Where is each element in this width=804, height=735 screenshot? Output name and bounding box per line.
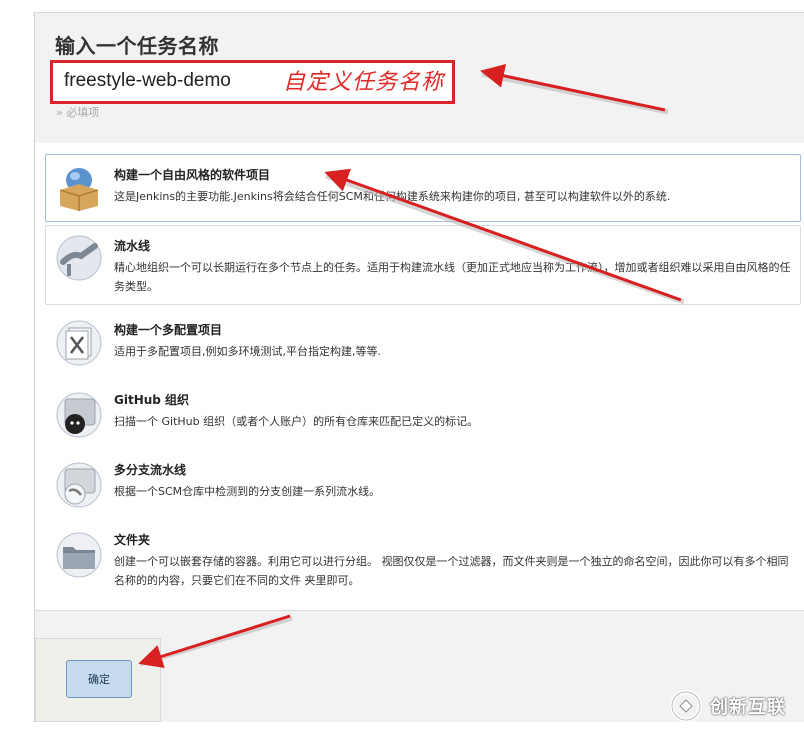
folder-icon <box>56 532 102 578</box>
item-type-description: 这是Jenkins的主要功能.Jenkins将会结合任何SCM和任何构建系统来构… <box>114 190 671 203</box>
item-type-description: 精心地组织一个可以长期运行在多个节点上的任务。适用于构建流水线（更加正式地应当称… <box>114 261 791 293</box>
left-gutter <box>0 0 34 735</box>
annotation-label: 自定义任务名称 <box>283 70 445 95</box>
item-type-description: 创建一个可以嵌套存储的容器。利用它可以进行分组。 视图仅仅是一个过滤器，而文件夹… <box>114 555 789 587</box>
item-type-title: 多分支流水线 <box>114 463 187 477</box>
required-note: » 必填项 <box>56 106 100 119</box>
item-type-title: 构建一个自由风格的软件项目 <box>114 168 271 182</box>
ok-button[interactable]: 确定 <box>66 660 132 698</box>
item-type-github-organization[interactable]: GitHub 组织 扫描一个 GitHub 组织（或者个人账户）的所有仓库来匹配… <box>45 380 801 444</box>
new-item-page: 输入一个任务名称 自定义任务名称 » 必填项 构建一个自由风格的软件项目 这是J… <box>0 0 804 735</box>
watermark-text: 创新互联 <box>710 697 786 718</box>
item-type-freestyle[interactable]: 构建一个自由风格的软件项目 这是Jenkins的主要功能.Jenkins将会结合… <box>45 154 801 222</box>
github-organization-icon <box>56 392 102 438</box>
item-type-description: 扫描一个 GitHub 组织（或者个人账户）的所有仓库来匹配已定义的标记。 <box>114 415 479 428</box>
item-type-title: 文件夹 <box>114 533 151 547</box>
item-type-multi-config[interactable]: 构建一个多配置项目 适用于多配置项目,例如多环境测试,平台指定构建,等等. <box>45 310 801 374</box>
page-title: 输入一个任务名称 <box>55 34 219 58</box>
multi-config-icon <box>56 320 102 366</box>
item-type-description: 适用于多配置项目,例如多环境测试,平台指定构建,等等. <box>114 345 381 358</box>
item-type-multibranch-pipeline[interactable]: 多分支流水线 根据一个SCM仓库中检测到的分支创建一系列流水线。 <box>45 450 801 514</box>
item-type-title: 流水线 <box>114 239 151 253</box>
item-type-title: 构建一个多配置项目 <box>114 323 223 337</box>
pipeline-icon <box>56 235 102 281</box>
item-type-pipeline[interactable]: 流水线 精心地组织一个可以长期运行在多个节点上的任务。适用于构建流水线（更加正式… <box>45 225 801 305</box>
item-type-folder[interactable]: 文件夹 创建一个可以嵌套存储的容器。利用它可以进行分组。 视图仅仅是一个过滤器，… <box>45 520 801 600</box>
item-type-description: 根据一个SCM仓库中检测到的分支创建一系列流水线。 <box>114 485 381 498</box>
multibranch-pipeline-icon <box>56 462 102 508</box>
item-type-title: GitHub 组织 <box>114 393 190 407</box>
freestyle-project-icon <box>59 168 99 211</box>
